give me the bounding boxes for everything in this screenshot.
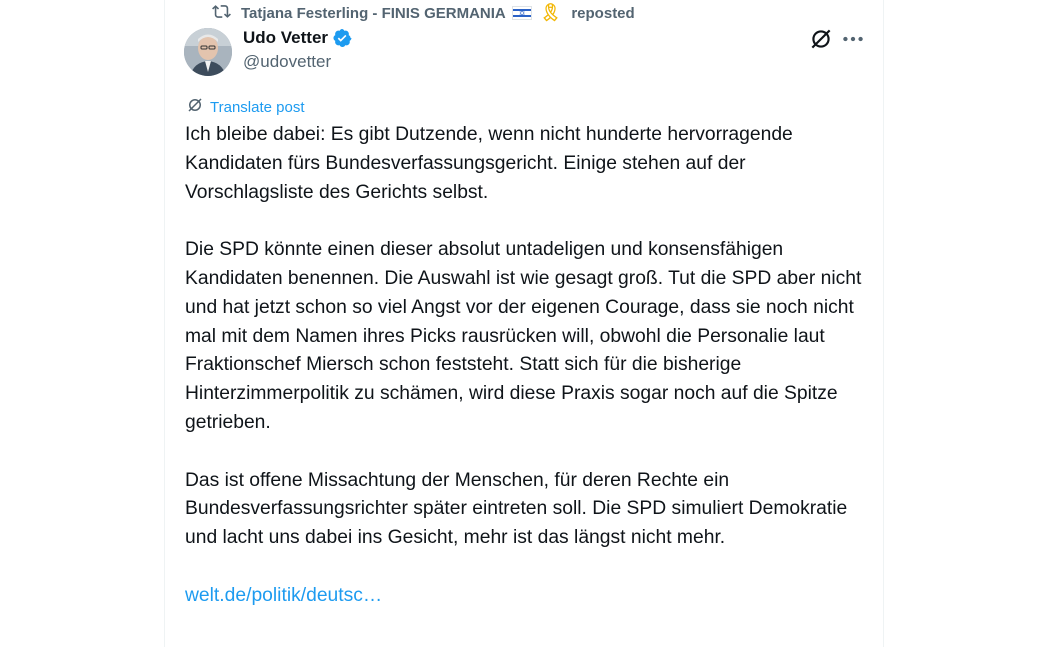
- post-link[interactable]: welt.de/politik/deutsc…: [185, 585, 382, 606]
- author-name-row: Udo Vetter: [243, 28, 352, 48]
- israel-flag-icon: ✡: [511, 6, 532, 20]
- column-border-left: [164, 0, 165, 647]
- reposted-label: reposted: [571, 4, 635, 22]
- author-display-name[interactable]: Udo Vetter: [243, 28, 328, 48]
- translate-post-button[interactable]: Translate post: [186, 96, 305, 118]
- post-paragraph: Die SPD könnte einen dieser absolut unta…: [185, 239, 862, 433]
- repost-icon: [212, 2, 231, 25]
- repost-header: Tatjana Festerling - FINIS GERMANIA ✡ 🎗 …: [212, 2, 635, 24]
- more-dots-icon[interactable]: [840, 26, 866, 52]
- post-paragraph: Ich bleibe dabei: Es gibt Dutzende, wenn…: [185, 124, 793, 203]
- translate-post-label: Translate post: [210, 98, 305, 116]
- verified-badge-icon[interactable]: [332, 28, 352, 48]
- grok-icon[interactable]: [808, 26, 834, 52]
- repost-user-link[interactable]: Tatjana Festerling - FINIS GERMANIA: [241, 5, 506, 22]
- author-handle[interactable]: @udovetter: [243, 52, 331, 72]
- post-body: Ich bleibe dabei: Es gibt Dutzende, wenn…: [185, 121, 875, 639]
- yellow-ribbon-icon: 🎗: [539, 3, 562, 22]
- column-border-right: [883, 0, 884, 647]
- translate-icon: [186, 96, 204, 118]
- post-paragraph: Das ist offene Missachtung der Menschen,…: [185, 469, 848, 549]
- avatar[interactable]: [184, 28, 232, 76]
